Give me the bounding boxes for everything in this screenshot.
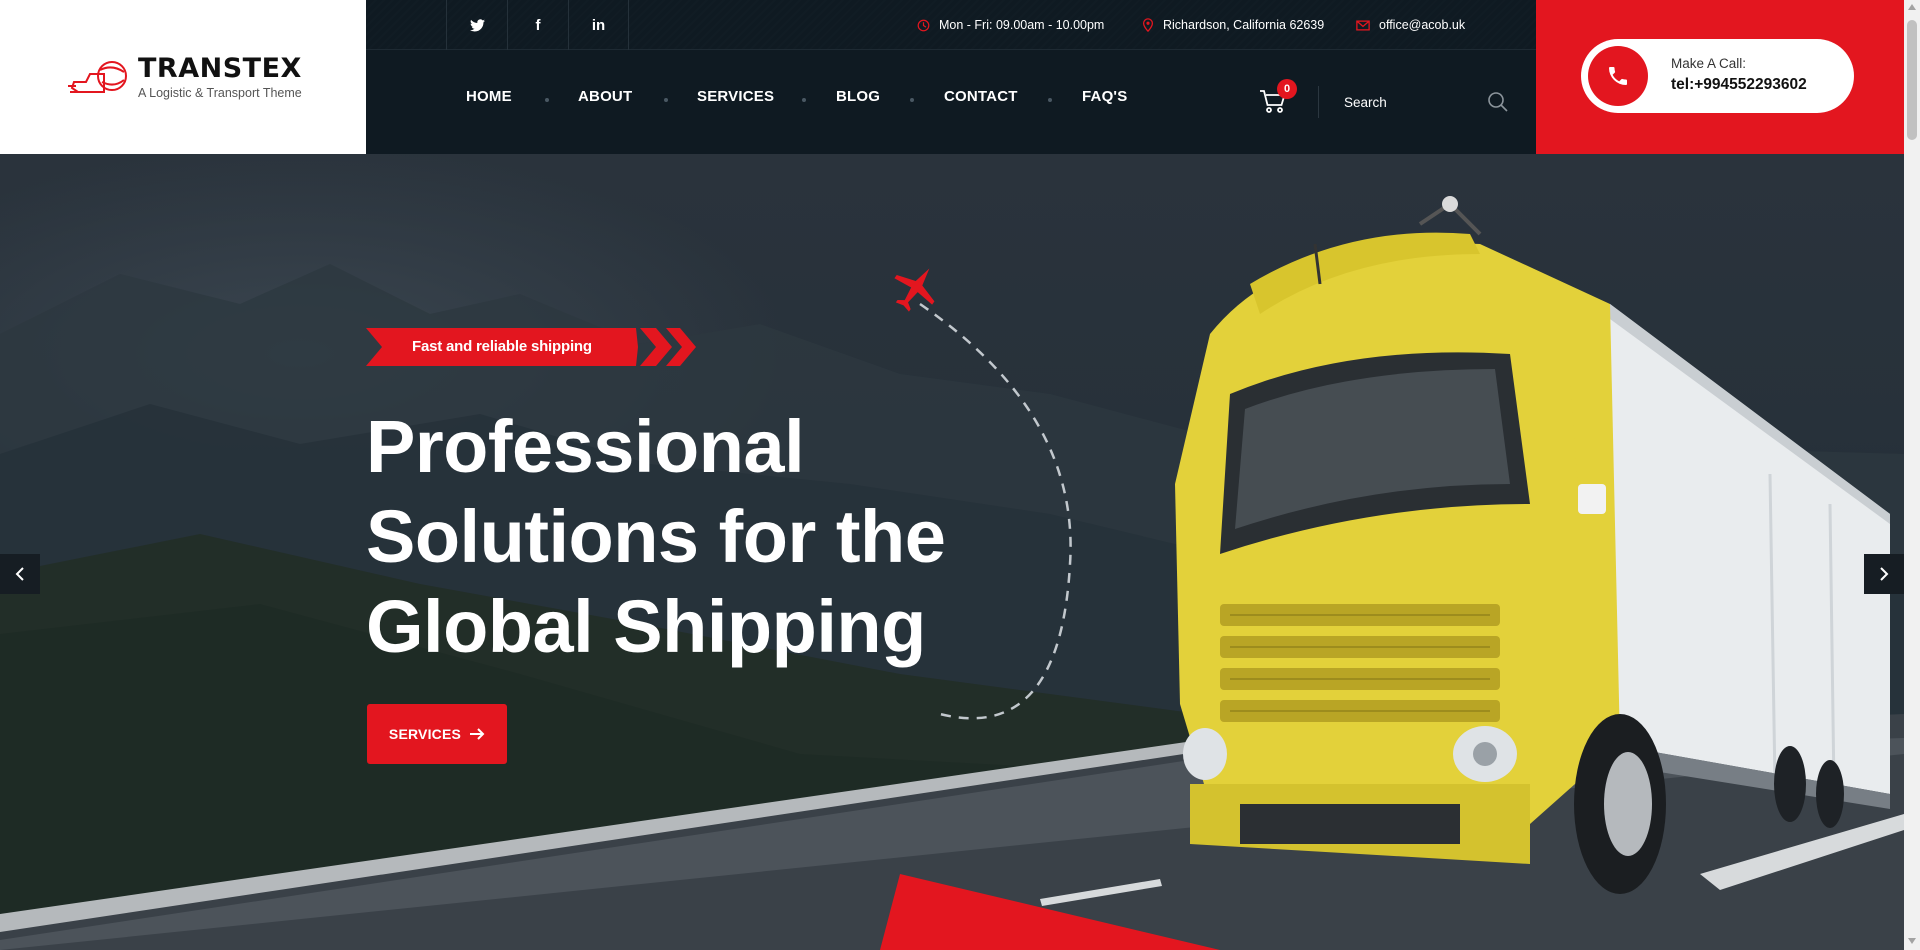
nav-separator — [545, 98, 549, 102]
clock-icon — [917, 19, 930, 31]
nav-separator — [910, 98, 914, 102]
chevron-right-icon — [1880, 567, 1889, 581]
linkedin-link[interactable]: in — [568, 0, 629, 50]
services-button-label: SERVICES — [388, 726, 462, 742]
mail-icon — [1356, 19, 1370, 31]
search-button[interactable] — [1484, 88, 1512, 116]
truck-image — [1175, 196, 1890, 894]
nav-divider — [1318, 86, 1319, 118]
red-decoration — [880, 874, 1220, 950]
address-info: Richardson, California 62639 — [1142, 0, 1324, 50]
nav-services[interactable]: SERVICES — [697, 88, 774, 105]
nav-contact[interactable]: CONTACT — [944, 88, 1018, 105]
nav-blog[interactable]: BLOG — [836, 88, 880, 105]
airplane-icon — [894, 268, 935, 312]
nav-about[interactable]: ABOUT — [578, 88, 632, 105]
nav-faqs[interactable]: FAQ'S — [1082, 88, 1127, 105]
logo[interactable]: TRANSTEX A Logistic & Transport Theme — [0, 0, 366, 154]
phone-icon — [1609, 67, 1627, 85]
hero-slider: Fast and reliable shipping Professional … — [0, 154, 1904, 950]
hours-text: Mon - Fri: 09.00am - 10.00pm — [939, 18, 1105, 32]
map-pin-icon — [1142, 18, 1154, 32]
services-button[interactable]: SERVICES — [367, 704, 507, 764]
hours-info: Mon - Fri: 09.00am - 10.00pm — [917, 0, 1104, 50]
brand-tagline: A Logistic & Transport Theme — [138, 86, 302, 101]
call-pill[interactable]: Make A Call: tel:+994552293602 — [1581, 39, 1854, 113]
hero-badge: Fast and reliable shipping — [366, 328, 706, 366]
facebook-link[interactable]: f — [507, 0, 568, 50]
hero-badge-text: Fast and reliable shipping — [412, 338, 592, 355]
hero-headline: Professional Solutions for the Global Sh… — [366, 405, 946, 668]
facebook-icon: f — [535, 16, 541, 34]
nav-separator — [1048, 98, 1052, 102]
email-text[interactable]: office@acob.uk — [1379, 18, 1465, 32]
email-info[interactable]: office@acob.uk — [1356, 0, 1465, 50]
page-scrollbar[interactable] — [1904, 0, 1920, 950]
twitter-link[interactable] — [446, 0, 507, 50]
truck-logo-icon — [68, 61, 127, 93]
scroll-down-arrow-icon[interactable] — [1908, 938, 1916, 944]
scroll-up-arrow-icon[interactable] — [1908, 4, 1916, 10]
linkedin-icon: in — [591, 16, 606, 34]
nav-separator — [664, 98, 668, 102]
call-number[interactable]: tel:+994552293602 — [1671, 76, 1807, 94]
phone-circle — [1588, 46, 1648, 106]
call-box: Make A Call: tel:+994552293602 — [1536, 0, 1904, 154]
arrow-right-icon — [470, 728, 485, 740]
search-icon — [1488, 92, 1508, 112]
brand-name: TRANSTEX — [138, 52, 302, 84]
slider-prev-button[interactable] — [0, 554, 40, 594]
address-text: Richardson, California 62639 — [1163, 18, 1325, 32]
call-label: Make A Call: — [1671, 56, 1747, 71]
cart-count-badge: 0 — [1277, 79, 1297, 99]
slider-next-button[interactable] — [1864, 554, 1904, 594]
twitter-icon — [469, 18, 485, 31]
nav-home[interactable]: HOME — [466, 88, 512, 105]
top-bar: f in Mon - Fri: 09.00am - 10.00pm Richar… — [366, 0, 1536, 50]
header-bar: f in Mon - Fri: 09.00am - 10.00pm Richar… — [366, 0, 1536, 154]
main-nav: HOME ABOUT SERVICES BLOG CONTACT FAQ'S 0 — [366, 50, 1536, 154]
chevron-left-icon — [15, 567, 24, 581]
nav-separator — [802, 98, 806, 102]
scroll-thumb[interactable] — [1907, 20, 1917, 140]
